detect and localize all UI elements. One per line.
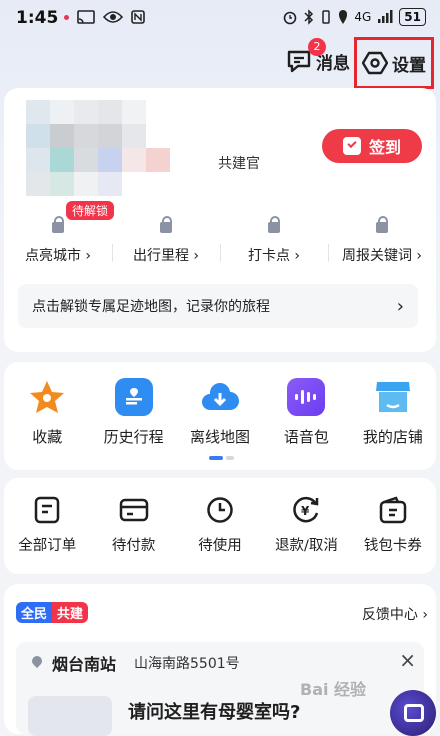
clock-icon — [207, 497, 233, 523]
avatar[interactable] — [26, 100, 170, 196]
message-icon — [287, 50, 311, 73]
tool-my-store[interactable]: 我的店铺 — [350, 378, 436, 447]
cast-icon — [77, 10, 95, 24]
orders-card: 全部订单 待付款 待使用 ¥ 退款/取消 钱包卡券 — [4, 478, 436, 574]
order-wallet[interactable]: 钱包卡券 — [350, 496, 436, 555]
stats-row: 点亮城市 › 出行里程 › 打卡点 › 周报关键词 › — [4, 216, 436, 265]
stat-mileage[interactable]: 出行里程 › — [112, 216, 220, 265]
place-thumbnail — [28, 696, 112, 736]
messages-badge: 2 — [308, 38, 326, 56]
tool-label: 语音包 — [283, 428, 329, 446]
tool-label: 历史行程 — [103, 428, 164, 446]
wallet-icon — [379, 496, 407, 524]
tools-card: 收藏 历史行程 离线地图 语音包 我的店铺 — [4, 362, 436, 470]
star-icon — [28, 378, 66, 416]
lock-icon — [376, 216, 388, 233]
page-indicator — [209, 456, 234, 460]
tool-favorites[interactable]: 收藏 — [4, 378, 90, 447]
location-icon — [339, 10, 348, 24]
community-card: 全民 共建 反馈中心 › 烟台南站 山海南路5501号 × 请问这里有母婴室吗? — [4, 584, 436, 736]
checkin-button[interactable]: 签到 — [322, 129, 422, 163]
status-left-icons — [64, 10, 145, 24]
tool-label: 离线地图 — [190, 428, 251, 446]
signal-icon — [378, 10, 393, 23]
stat-label: 打卡点 › — [247, 248, 301, 264]
refund-icon: ¥ — [293, 496, 319, 523]
order-pending-payment[interactable]: 待付款 — [90, 496, 176, 555]
status-time: 1:45 — [16, 8, 59, 28]
place-address: 山海南路5501号 — [134, 656, 240, 672]
watermark: Bai 经验 — [300, 680, 367, 699]
alarm-icon — [284, 11, 297, 25]
settings-hexagon-icon — [362, 51, 388, 75]
place-name: 烟台南站 — [52, 655, 117, 674]
stat-label: 出行里程 › — [132, 248, 200, 264]
stat-lit-cities[interactable]: 点亮城市 › — [4, 216, 112, 265]
tag-right: 共建 — [52, 602, 89, 623]
unlock-footprint-banner[interactable]: 点击解锁专属足迹地图，记录你的旅程 › — [18, 284, 418, 328]
stat-label: 点亮城市 › — [24, 248, 92, 264]
order-label: 待付款 — [111, 538, 156, 554]
order-to-use[interactable]: 待使用 — [177, 496, 263, 555]
orders-row: 全部订单 待付款 待使用 ¥ 退款/取消 钱包卡券 — [4, 496, 436, 555]
status-bar: 1:45 4G 51 — [0, 0, 440, 36]
close-icon[interactable]: × — [399, 648, 416, 672]
tag-left: 全民 — [16, 602, 53, 623]
place-question: 请问这里有母婴室吗? — [128, 702, 301, 723]
card-icon — [119, 498, 148, 522]
order-list-icon — [34, 496, 60, 524]
network-type: 4G — [354, 10, 372, 24]
cloud-download-icon — [201, 378, 240, 416]
tool-label: 我的店铺 — [362, 428, 423, 446]
calendar-check-icon — [342, 137, 361, 155]
tool-voice-pack[interactable]: 语音包 — [263, 378, 349, 447]
tool-label: 收藏 — [32, 428, 63, 446]
order-all[interactable]: 全部订单 — [4, 496, 90, 555]
tool-trip-history[interactable]: 历史行程 — [90, 378, 176, 447]
vibrate-icon — [322, 10, 331, 24]
checkin-label: 签到 — [368, 138, 401, 157]
settings-button[interactable]: 设置 — [354, 37, 434, 89]
order-label: 退款/取消 — [274, 538, 338, 554]
store-icon — [374, 378, 412, 416]
assistant-float-button[interactable] — [390, 690, 436, 736]
order-label: 全部订单 — [18, 538, 77, 554]
tools-row: 收藏 历史行程 离线地图 语音包 我的店铺 — [4, 378, 436, 447]
co-build-tag: 全民 共建 — [16, 602, 89, 623]
messages-button[interactable]: 2 消息 — [286, 38, 350, 74]
user-title: 共建官 — [218, 156, 260, 172]
location-pin-icon — [29, 653, 45, 669]
eye-icon — [103, 11, 123, 23]
stat-label: 周报关键词 › — [341, 248, 423, 264]
chevron-right-icon: › — [396, 295, 404, 317]
battery-level: 51 — [399, 8, 426, 26]
tool-offline-map[interactable]: 离线地图 — [177, 378, 263, 447]
bluetooth-icon — [304, 9, 314, 25]
settings-label: 设置 — [392, 55, 426, 76]
feedback-center-link[interactable]: 反馈中心 › — [362, 604, 428, 624]
status-right-icons: 4G 51 — [282, 8, 426, 26]
voice-wave-icon — [287, 378, 326, 416]
lock-icon — [52, 216, 64, 233]
unlock-text: 点击解锁专属足迹地图，记录你的旅程 — [32, 299, 270, 315]
order-refund[interactable]: ¥ 退款/取消 — [263, 496, 349, 555]
map-doc-icon — [114, 378, 153, 416]
stat-weekly-keywords[interactable]: 周报关键词 › — [328, 216, 436, 265]
order-label: 钱包卡券 — [363, 538, 422, 554]
nfc-icon — [131, 10, 145, 24]
order-label: 待使用 — [198, 538, 242, 554]
notification-dot-icon — [64, 14, 69, 20]
svg-text:¥: ¥ — [301, 504, 310, 518]
lock-icon — [160, 216, 172, 233]
profile-card: 共建官 签到 待解锁 点亮城市 › 出行里程 › 打卡点 › 周报关键词 › 点… — [4, 88, 436, 352]
stat-checkin-points[interactable]: 打卡点 › — [220, 216, 328, 265]
lock-icon — [268, 216, 280, 233]
